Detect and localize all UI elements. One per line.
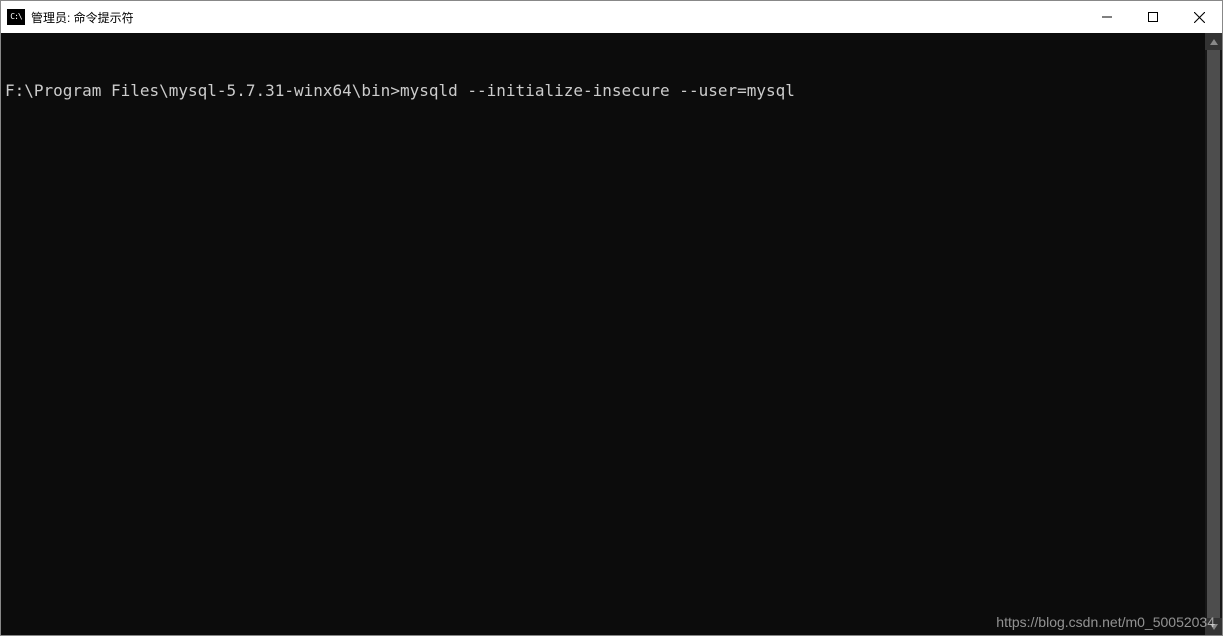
vertical-scrollbar[interactable] — [1205, 33, 1222, 635]
chevron-up-icon — [1210, 39, 1218, 45]
terminal-line: F:\Program Files\mysql-5.7.31-winx64\bin… — [5, 81, 1205, 101]
maximize-button[interactable] — [1130, 1, 1176, 33]
scroll-up-button[interactable] — [1205, 33, 1222, 50]
scroll-thumb[interactable] — [1207, 50, 1220, 618]
window-title: 管理员: 命令提示符 — [31, 9, 1084, 26]
scroll-track[interactable] — [1205, 50, 1222, 618]
terminal-output[interactable]: F:\Program Files\mysql-5.7.31-winx64\bin… — [1, 33, 1205, 635]
maximize-icon — [1148, 12, 1158, 22]
terminal-area: F:\Program Files\mysql-5.7.31-winx64\bin… — [1, 33, 1222, 635]
command-prompt-window: C:\ 管理员: 命令提示符 F:\Program Files\mysql-5.… — [0, 0, 1223, 636]
cmd-icon: C:\ — [7, 9, 25, 25]
close-button[interactable] — [1176, 1, 1222, 33]
minimize-button[interactable] — [1084, 1, 1130, 33]
cmd-icon-text: C:\ — [10, 13, 21, 21]
window-controls — [1084, 1, 1222, 33]
command-text: mysqld --initialize-insecure --user=mysq… — [400, 81, 795, 100]
scroll-down-button[interactable] — [1205, 618, 1222, 635]
titlebar[interactable]: C:\ 管理员: 命令提示符 — [1, 1, 1222, 33]
close-icon — [1194, 12, 1205, 23]
minimize-icon — [1102, 12, 1112, 22]
chevron-down-icon — [1210, 624, 1218, 630]
prompt-text: F:\Program Files\mysql-5.7.31-winx64\bin… — [5, 81, 400, 100]
